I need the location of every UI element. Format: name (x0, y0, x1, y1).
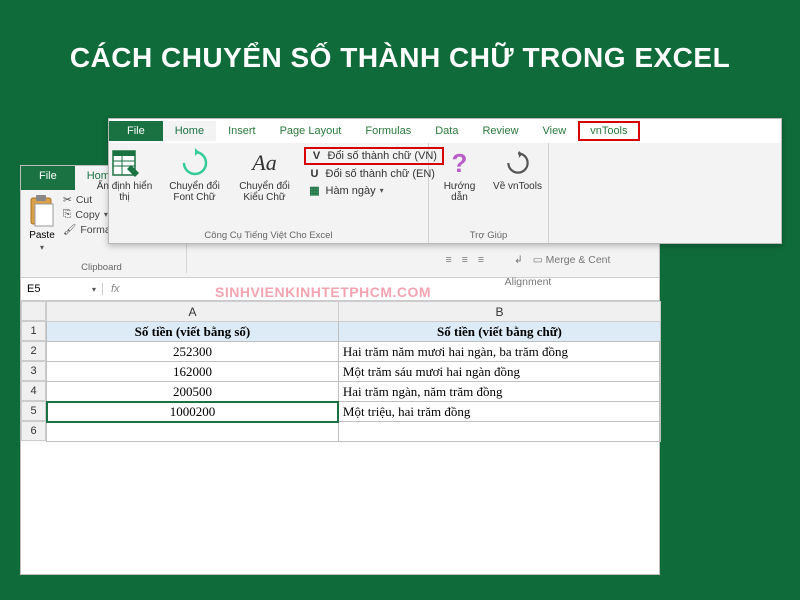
label: Về vnTools (493, 181, 542, 192)
alignment-label: Alignment (505, 276, 552, 288)
tab-insert[interactable]: Insert (216, 121, 268, 141)
question-icon: ? (444, 147, 476, 179)
col-header-a[interactable]: A (47, 302, 339, 322)
label: Hướng dẫn (435, 181, 485, 203)
brush-icon: 🖌 (63, 223, 76, 236)
btn-display-settings[interactable]: Ẩn định hiển thị (94, 147, 156, 203)
fx-icon[interactable]: fx (111, 283, 120, 295)
label: Hàm ngày (326, 185, 376, 197)
chevron-down-icon: ▾ (40, 243, 44, 252)
bg-tab-file[interactable]: File (21, 166, 75, 190)
copy-icon: ⎘ (63, 208, 71, 221)
row-header-6[interactable]: 6 (21, 421, 46, 441)
tab-page-layout[interactable]: Page Layout (268, 121, 354, 141)
label: Đổi số thành chữ (VN) (328, 150, 437, 162)
cell-a3[interactable]: 162000 (47, 362, 339, 382)
u-icon: U (308, 168, 322, 180)
tab-vntools[interactable]: vnTools (578, 121, 639, 141)
group-label-help: Trợ Giúp (470, 228, 508, 241)
name-box[interactable]: E5▾ (21, 283, 103, 295)
cell-a2[interactable]: 252300 (47, 342, 339, 362)
row-header-1[interactable]: 1 (21, 321, 46, 341)
row-header-4[interactable]: 4 (21, 381, 46, 401)
v-icon: V (310, 150, 324, 162)
ribbon-tabs: File Home Insert Page Layout Formulas Da… (109, 119, 781, 143)
cell-b3[interactable]: Một trăm sáu mươi hai ngàn đồng (338, 362, 660, 382)
btn-date-function[interactable]: ▦ Hàm ngày ▾ (304, 183, 444, 198)
vntools-ribbon-window: File Home Insert Page Layout Formulas Da… (108, 118, 782, 244)
cell-b6[interactable] (338, 422, 660, 442)
merge-ghost: ▭ Merge & Cent (533, 254, 611, 266)
group-label-vntools: Công Cụ Tiếng Việt Cho Excel (204, 228, 332, 241)
btn-num-to-text-en[interactable]: U Đổi số thành chữ (EN) (304, 167, 444, 181)
clipboard-icon (27, 194, 57, 228)
spreadsheet[interactable]: A B Số tiền (viết bằng số) Số tiền (viết… (21, 301, 659, 442)
btn-convert-case[interactable]: Aa Chuyển đổi Kiểu Chữ (234, 147, 296, 203)
row-header-5[interactable]: 5 (21, 401, 46, 421)
cell-a1[interactable]: Số tiền (viết bằng số) (47, 322, 339, 342)
cell-a6[interactable] (47, 422, 339, 442)
banner-title: CÁCH CHUYỂN SỐ THÀNH CHỮ TRONG EXCEL (0, 0, 800, 102)
cell-b5[interactable]: Một triệu, hai trăm đồng (338, 402, 660, 422)
label: Chuyển đổi Font Chữ (164, 181, 226, 203)
refresh-icon (179, 147, 211, 179)
label: Chuyển đổi Kiểu Chữ (234, 181, 296, 203)
paste-button[interactable]: Paste ▾ (27, 194, 57, 252)
refresh-icon (502, 147, 534, 179)
chevron-down-icon: ▾ (92, 285, 96, 294)
scissors-icon: ✂ (63, 194, 72, 206)
btn-convert-font[interactable]: Chuyển đổi Font Chữ (164, 147, 226, 203)
btn-help[interactable]: ? Hướng dẫn (435, 147, 485, 203)
clipboard-group-label: Clipboard (27, 262, 176, 273)
tab-review[interactable]: Review (470, 121, 530, 141)
alignment-group-ghost: ≡≡≡↲▭ Merge & Cent Alignment (408, 254, 648, 288)
calendar-icon: ▦ (308, 184, 322, 197)
aa-icon: Aa (249, 147, 281, 179)
spreadsheet-icon (109, 147, 141, 179)
cell-b1[interactable]: Số tiền (viết bằng chữ) (338, 322, 660, 342)
cell-b2[interactable]: Hai trăm năm mươi hai ngàn, ba trăm đồng (338, 342, 660, 362)
label: Ẩn định hiển thị (94, 181, 156, 203)
col-header-b[interactable]: B (338, 302, 660, 322)
label: Đổi số thành chữ (EN) (326, 168, 435, 180)
cell-a4[interactable]: 200500 (47, 382, 339, 402)
row-header-2[interactable]: 2 (21, 341, 46, 361)
tab-file[interactable]: File (109, 121, 163, 141)
row-header-3[interactable]: 3 (21, 361, 46, 381)
cell-a5[interactable]: 1000200 (47, 402, 339, 422)
cell-b4[interactable]: Hai trăm ngàn, năm trăm đồng (338, 382, 660, 402)
row-hdr-blank (21, 301, 46, 321)
tab-formulas[interactable]: Formulas (353, 121, 423, 141)
tab-view[interactable]: View (531, 121, 579, 141)
label: Paste (29, 230, 55, 241)
btn-about[interactable]: Về vnTools (493, 147, 543, 192)
chevron-down-icon: ▾ (380, 186, 384, 195)
tab-data[interactable]: Data (423, 121, 470, 141)
btn-num-to-text-vn[interactable]: V Đổi số thành chữ (VN) (304, 147, 444, 165)
tab-home[interactable]: Home (163, 121, 216, 141)
